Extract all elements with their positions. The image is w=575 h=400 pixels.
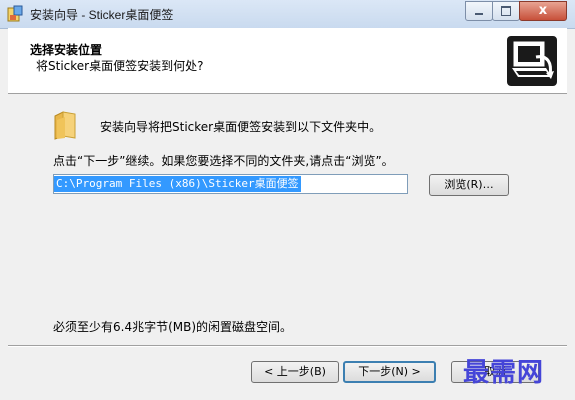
wizard-content: 安装向导将把Sticker桌面便签安装到以下文件夹中。 点击“下一步”继续。如果… (8, 94, 567, 343)
close-icon: x (538, 3, 548, 18)
disk-space-requirement: 必须至少有6.4兆字节(MB)的闲置磁盘空间。 (53, 320, 293, 334)
back-button[interactable]: < 上一步(B) (251, 361, 339, 383)
site-watermark: 最需网 (463, 358, 545, 388)
next-button[interactable]: 下一步(N) > (343, 361, 436, 383)
install-path-value: C:\Program Files (x86)\Sticker桌面便签 (54, 176, 301, 192)
title-bar[interactable]: 安装向导 - Sticker桌面便签 x (0, 0, 575, 29)
folder-icon (54, 111, 76, 140)
browse-button[interactable]: 浏览(R)… (429, 174, 509, 196)
footer-divider-highlight (8, 346, 567, 347)
maximize-button[interactable] (492, 1, 520, 21)
wizard-header: 选择安装位置 将Sticker桌面便签安装到何处? (8, 28, 567, 94)
installer-window: 安装向导 - Sticker桌面便签 x 选择安装位置 将Sticker桌面便签… (0, 0, 575, 400)
minimize-button[interactable] (465, 1, 493, 21)
page-subtitle: 将Sticker桌面便签安装到何处? (36, 59, 204, 73)
close-button[interactable]: x (519, 1, 567, 21)
install-path-input[interactable]: C:\Program Files (x86)\Sticker桌面便签 (53, 174, 408, 194)
installer-app-icon (7, 5, 23, 22)
page-title: 选择安装位置 (30, 43, 103, 57)
install-computer-icon (507, 36, 557, 86)
window-title: 安装向导 - Sticker桌面便签 (30, 8, 174, 22)
install-instruction: 点击“下一步”继续。如果您要选择不同的文件夹,请点击“浏览”。 (53, 154, 394, 168)
caption-buttons: x (465, 1, 567, 21)
install-description: 安装向导将把Sticker桌面便签安装到以下文件夹中。 (100, 120, 382, 134)
